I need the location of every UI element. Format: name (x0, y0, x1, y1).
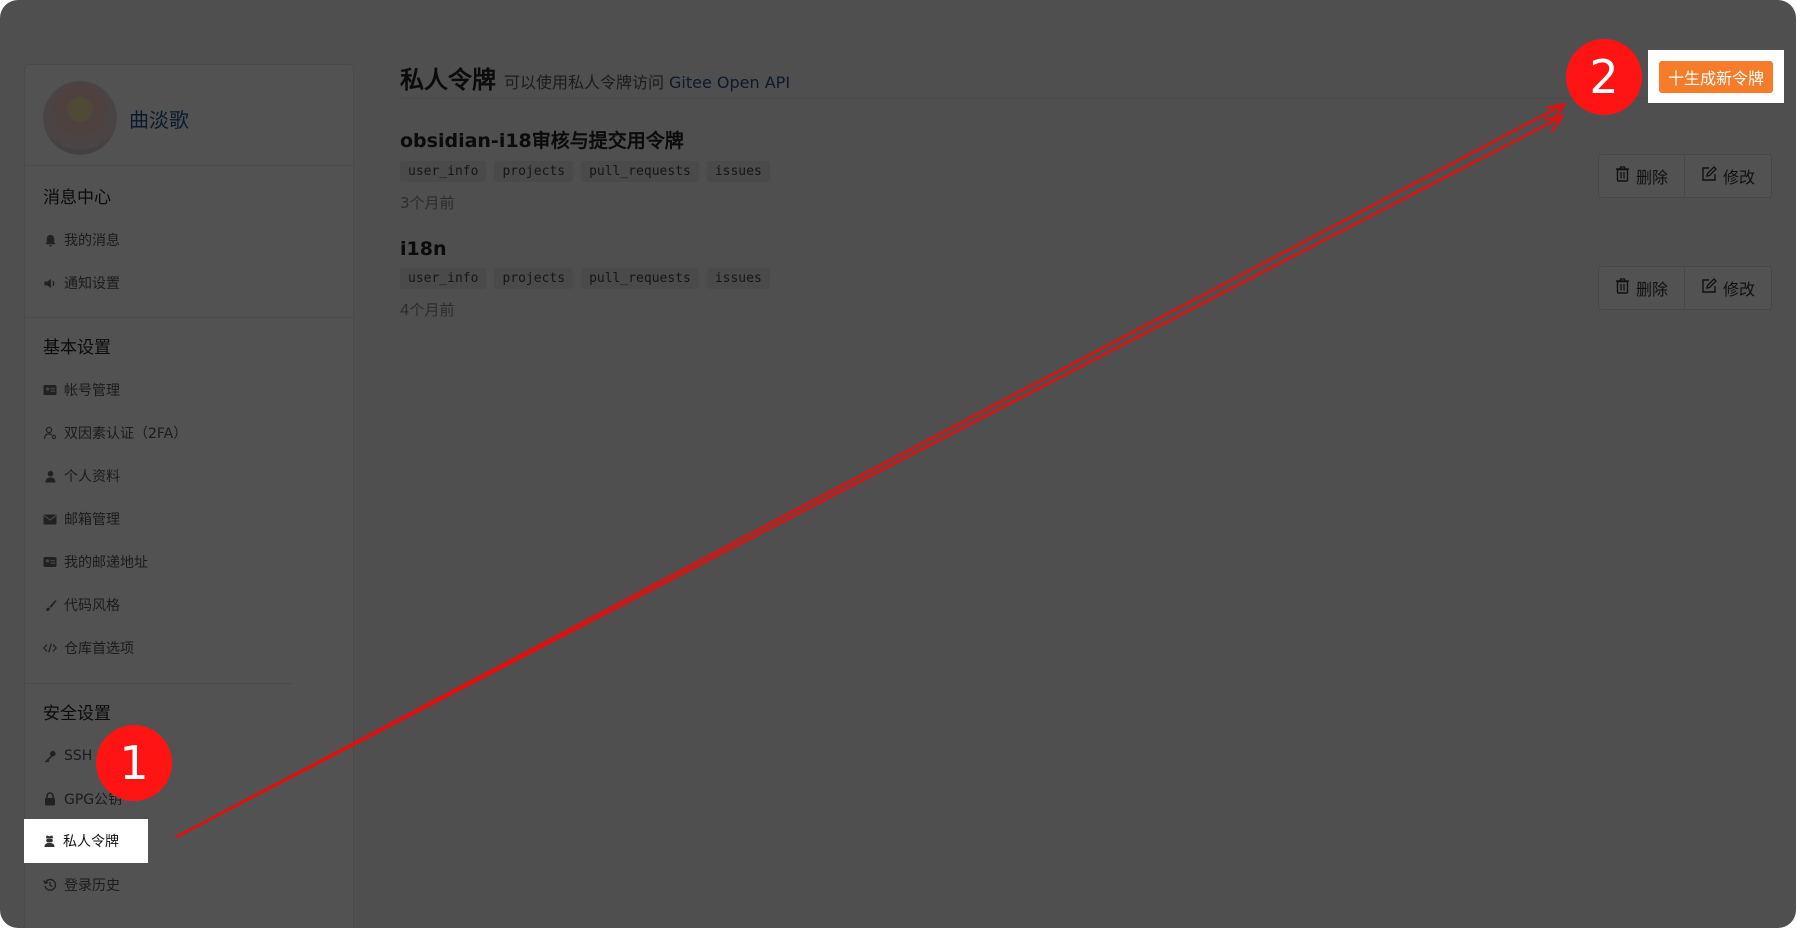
annotation-arrow (175, 102, 1566, 839)
step-marker-1: 1 (96, 725, 172, 801)
step-marker-2: 2 (1566, 39, 1642, 115)
page: 曲淡歌 消息中心 我的消息 通知设置 基本设置 帐号管理 双因素认证（2FA） … (0, 0, 1796, 928)
